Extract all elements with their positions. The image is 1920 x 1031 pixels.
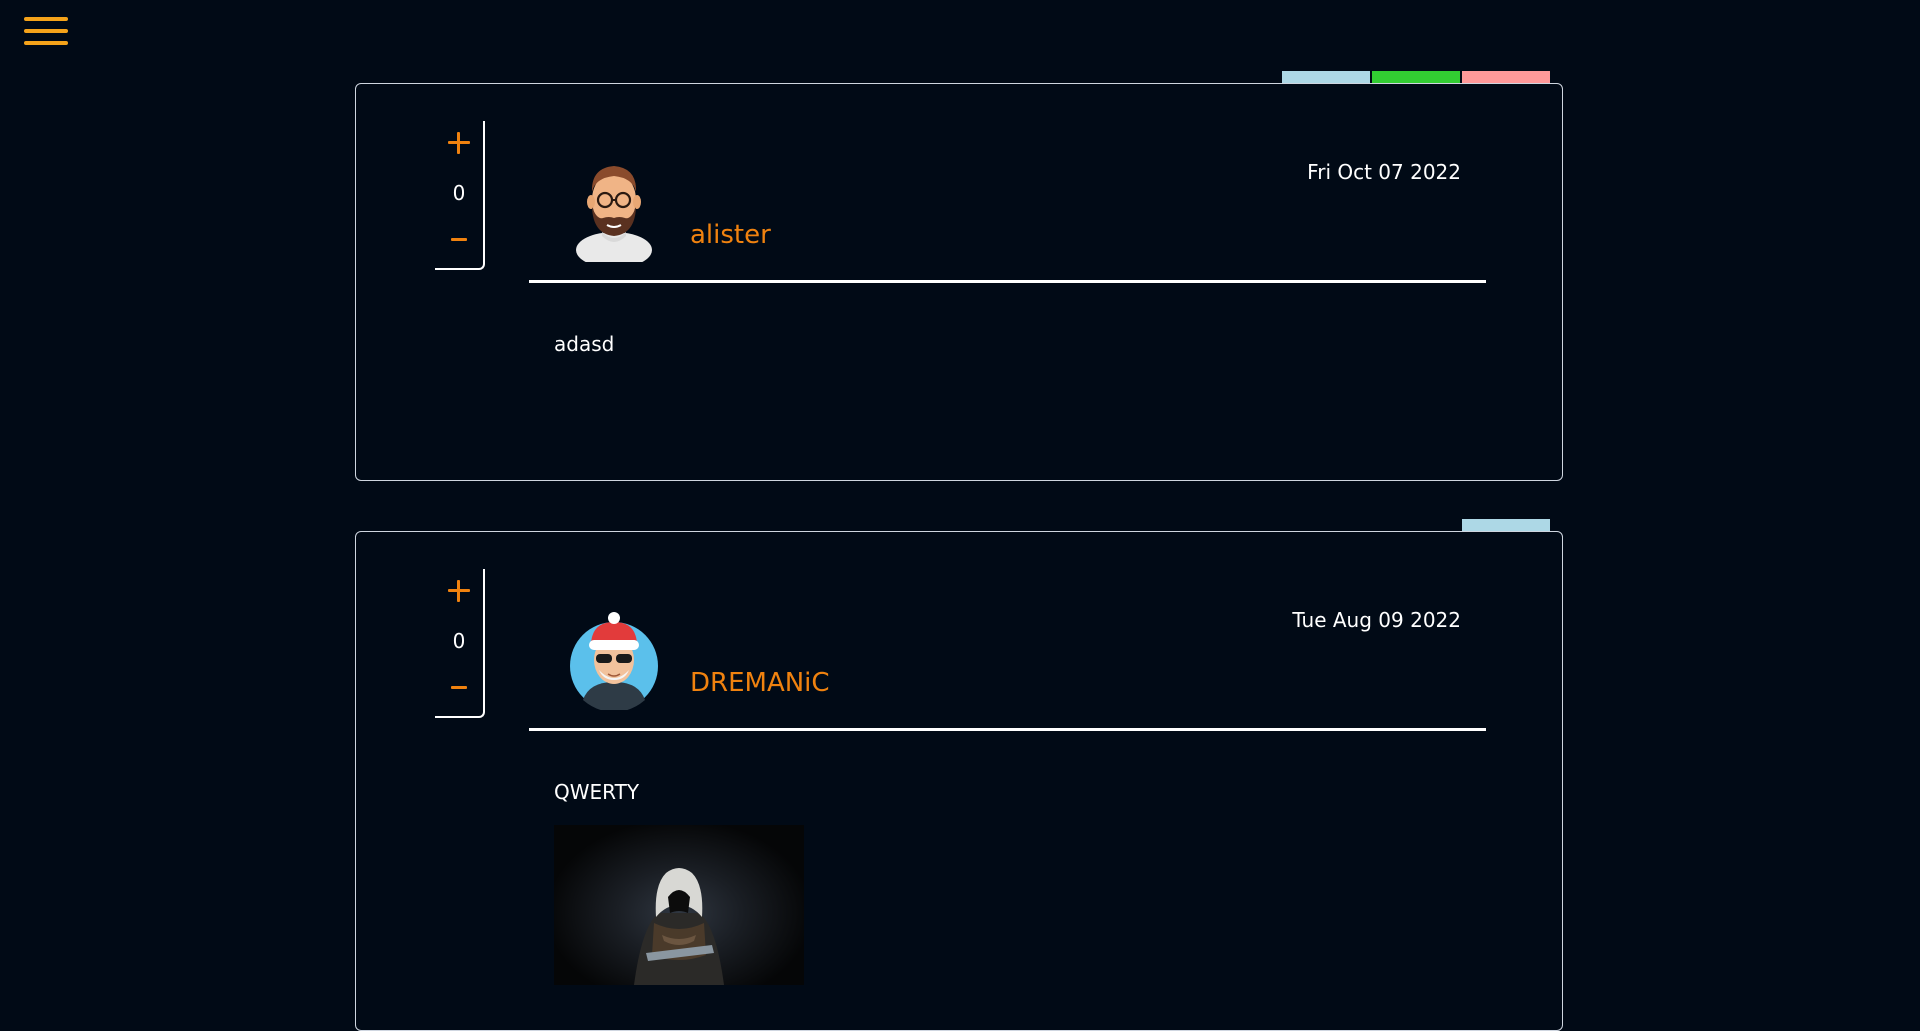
post-header: DREMANiC Tue Aug 09 2022: [529, 532, 1486, 732]
post-content: adasd: [554, 332, 615, 356]
post-date: Fri Oct 07 2022: [1307, 160, 1461, 184]
username[interactable]: DREMANiC: [690, 668, 830, 698]
post-content: QWERTY: [554, 780, 640, 804]
username[interactable]: alister: [690, 220, 771, 250]
tag-red[interactable]: [1462, 71, 1550, 83]
tag-green[interactable]: [1372, 71, 1460, 83]
menu-line: [24, 17, 68, 21]
tag-blue[interactable]: [1282, 71, 1370, 83]
avatar[interactable]: [569, 152, 659, 262]
tag-blue[interactable]: [1462, 519, 1550, 531]
header-divider: [529, 280, 1486, 283]
downvote-icon[interactable]: [445, 677, 473, 697]
header-divider: [529, 728, 1486, 731]
vote-count: 0: [452, 181, 466, 205]
post-tags: [1282, 71, 1550, 83]
menu-line: [24, 29, 68, 33]
post-tags: [1462, 519, 1550, 531]
post-card: 0 DREMANiC Tue Aug 09 2022 QWERTY: [355, 519, 1563, 1031]
vote-panel: 0: [435, 569, 485, 718]
downvote-icon[interactable]: [445, 229, 473, 249]
hooded-figure-image: [634, 868, 724, 985]
avatar[interactable]: [569, 600, 659, 710]
upvote-icon[interactable]: [445, 129, 473, 157]
vote-panel: 0: [435, 121, 485, 270]
vote-count: 0: [452, 629, 466, 653]
post-card: 0 alister Fri Oct 07 2022 adasd: [355, 71, 1563, 481]
menu-line: [24, 41, 68, 45]
post-date: Tue Aug 09 2022: [1292, 608, 1461, 632]
upvote-icon[interactable]: [445, 577, 473, 605]
post-image[interactable]: [554, 825, 804, 985]
hamburger-menu-icon[interactable]: [24, 15, 68, 47]
post-header: alister Fri Oct 07 2022: [529, 84, 1486, 284]
